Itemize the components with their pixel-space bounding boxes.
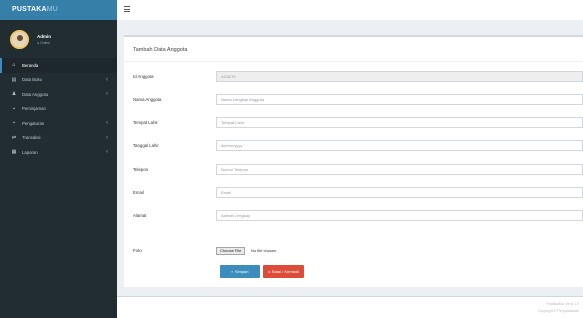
- transfer-icon: ⇄: [11, 134, 17, 141]
- user-panel: Admin ● Online: [0, 20, 117, 58]
- chevron-left-icon: ‹: [106, 91, 108, 98]
- logo-main: PUSTAKA: [12, 6, 47, 13]
- chevron-left-icon: ‹: [106, 149, 108, 156]
- email-input[interactable]: Email: [216, 187, 583, 198]
- save-icon: ▪: [231, 269, 233, 274]
- cart-icon: ▪: [13, 105, 15, 112]
- cancel-button[interactable]: ◂ Batal / Kembali: [263, 265, 304, 278]
- alamat-input[interactable]: Alamat Lengkap: [216, 210, 583, 221]
- email-label: Email: [133, 190, 144, 195]
- gear-icon: ▪: [13, 120, 15, 127]
- alamat-label: Alamat: [133, 213, 147, 218]
- form-box: Tambah Data Anggota Id Anggota AG0070 Nama…: [124, 35, 583, 287]
- app-logo[interactable]: PUSTAKAMU: [0, 0, 117, 20]
- user-info: Admin ● Online: [37, 34, 51, 45]
- menu-toggle-icon[interactable]: [124, 6, 130, 13]
- avatar: [10, 29, 29, 49]
- page-title: Tambah Data Anggota: [133, 47, 188, 53]
- sidebar-item-laporan[interactable]: ▦ Laporan ‹: [0, 145, 117, 160]
- sidebar-item-label: Beranda: [22, 62, 39, 68]
- tanggal-lahir-input[interactable]: dd/mm/yyyy: [216, 140, 583, 151]
- back-icon: ◂: [268, 269, 271, 274]
- sidebar-item-pengaturan[interactable]: ▪ Pengaturan ‹: [0, 116, 117, 131]
- sidebar-item-data-anggota[interactable]: ♟ Data Anggota ‹: [0, 87, 117, 102]
- book-icon: ▤: [11, 76, 17, 83]
- cancel-label: Batal / Kembali: [272, 269, 299, 274]
- sidebar-item-label: Peminjaman: [22, 106, 46, 112]
- sidebar-item-data-buku[interactable]: ▤ Data Buku ‹: [0, 73, 117, 88]
- user-name: Admin: [37, 33, 51, 39]
- logo-suffix: MU: [46, 6, 59, 13]
- sidebar: PUSTAKAMU Admin ● Online ⌂ Beranda ▤ Data B…: [0, 0, 117, 318]
- sidebar-item-label: Transaksi: [22, 135, 41, 141]
- id-anggota-label: Id Anggota: [133, 74, 154, 79]
- user-status: ● Online: [37, 40, 51, 45]
- top-navbar: [117, 0, 583, 20]
- tempat-lahir-input[interactable]: Tempat Lahir: [216, 117, 583, 128]
- tanggal-lahir-label: Tanggal Lahir: [133, 143, 159, 148]
- home-icon: ⌂: [12, 62, 16, 69]
- sidebar-item-beranda[interactable]: ⌂ Beranda: [0, 58, 117, 73]
- footer-copyright: Copyright © Perpustakaan: [537, 309, 579, 313]
- choose-file-button[interactable]: Choose File: [216, 247, 246, 255]
- users-icon: ♟: [11, 91, 17, 98]
- sidebar-item-label: Data Buku: [22, 77, 43, 83]
- telepon-label: Telepon: [133, 167, 149, 172]
- footer: PustakaMU Versi 1.0 Copyright © Perpusta…: [117, 296, 583, 318]
- nama-anggota-label: Nama Anggota: [133, 97, 162, 102]
- sidebar-menu: ⌂ Beranda ▤ Data Buku ‹ ♟ Data Anggota ‹ ▪ Peminj…: [0, 58, 117, 160]
- box-divider: [124, 61, 583, 62]
- file-status-text: No file chosen: [251, 248, 277, 253]
- sidebar-item-label: Laporan: [22, 149, 38, 155]
- telepon-input[interactable]: Nomor Telepon: [216, 164, 583, 175]
- nama-anggota-input[interactable]: Nama Lengkap Anggota: [216, 94, 583, 105]
- id-anggota-input: AG0070: [216, 71, 583, 82]
- report-icon: ▦: [11, 149, 17, 156]
- sidebar-item-peminjaman[interactable]: ▪ Peminjaman: [0, 102, 117, 117]
- chevron-left-icon: ‹: [106, 134, 108, 141]
- footer-version: PustakaMU Versi 1.0: [546, 302, 579, 306]
- tempat-lahir-label: Tempat Lahir: [133, 120, 158, 125]
- photo-label: Foto: [133, 248, 142, 253]
- chevron-left-icon: ‹: [106, 76, 108, 83]
- sidebar-item-transaksi[interactable]: ⇄ Transaksi ‹: [0, 131, 117, 146]
- save-button[interactable]: ▪ Simpan: [220, 265, 260, 278]
- sidebar-item-label: Data Anggota: [22, 91, 49, 97]
- chevron-left-icon: ‹: [106, 120, 108, 127]
- save-label: Simpan: [234, 269, 249, 274]
- sidebar-item-label: Pengaturan: [22, 120, 45, 126]
